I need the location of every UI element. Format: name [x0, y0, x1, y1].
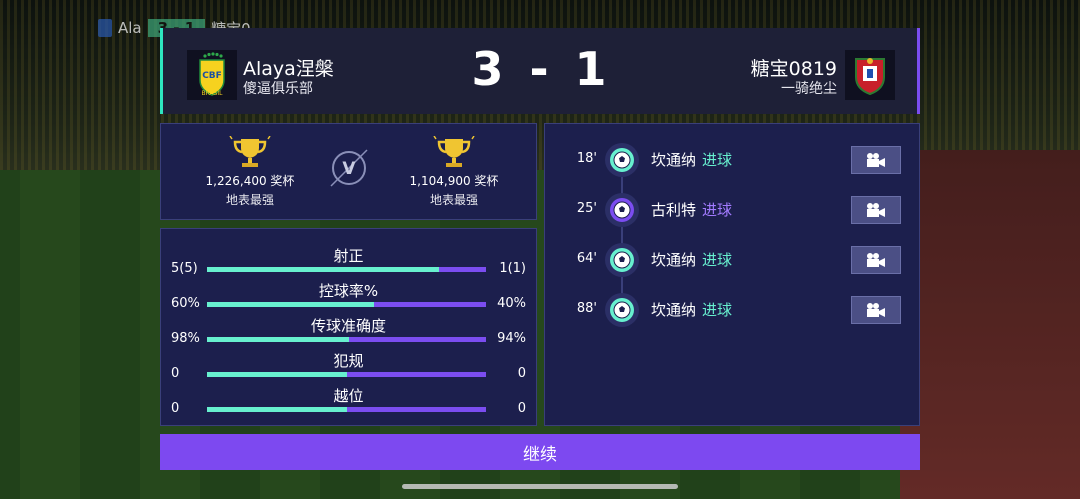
- stat-label: 犯规: [333, 352, 364, 370]
- away-crest-icon: [845, 50, 895, 100]
- replay-button[interactable]: [851, 196, 901, 224]
- soccer-ball-icon: [605, 293, 639, 327]
- event-type: 进球: [702, 151, 733, 169]
- event-row: 18' 坎通纳 进球: [545, 143, 919, 179]
- event-row: 88' 坎通纳 进球: [545, 293, 919, 329]
- event-type: 进球: [702, 251, 733, 269]
- home-trophy-icon: [229, 136, 271, 167]
- versus-icon: V: [330, 149, 368, 187]
- event-type: 进球: [702, 201, 733, 219]
- stat-away-value: 1(1): [499, 261, 526, 276]
- stat-label: 射正: [333, 247, 364, 265]
- event-player-name: 古利特: [651, 201, 697, 219]
- home-score: 3: [471, 42, 506, 96]
- event-player: 坎通纳 进球: [651, 149, 732, 170]
- event-type: 进球: [702, 301, 733, 319]
- match-events-panel: 18' 坎通纳 进球 25' 古利特 进球 64' 坎通纳 进球 88' 坎通纳 进球: [544, 123, 920, 426]
- event-minute: 64': [576, 251, 597, 266]
- stat-label: 越位: [333, 387, 364, 405]
- event-row: 25' 古利特 进球: [545, 193, 919, 229]
- event-minute: 25': [576, 201, 597, 216]
- timeline-connector: [621, 277, 623, 294]
- stat-away-value: 94%: [497, 331, 526, 346]
- stat-away-value: 0: [517, 401, 526, 416]
- stat-home-value: 0: [171, 366, 180, 381]
- stat-bar-home-fill: [207, 302, 375, 307]
- soccer-ball-icon: [605, 243, 639, 277]
- event-player: 坎通纳 进球: [651, 249, 732, 270]
- stat-bar: [207, 407, 486, 412]
- stat-home-value: 0: [171, 401, 180, 416]
- stat-away-value: 0: [517, 366, 526, 381]
- stat-row-fouls: 犯规 0 0: [161, 350, 536, 384]
- event-row: 64' 坎通纳 进球: [545, 243, 919, 279]
- stat-away-value: 40%: [497, 296, 526, 311]
- stat-bar: [207, 302, 486, 307]
- mini-home-crest-icon: [98, 19, 112, 37]
- stat-bar: [207, 337, 486, 342]
- stat-bar-home-fill: [207, 372, 347, 377]
- event-player: 古利特 进球: [651, 199, 732, 220]
- video-camera-icon: [867, 303, 885, 317]
- timeline-connector: [621, 177, 623, 194]
- stat-row-possession: 控球率% 60% 40%: [161, 280, 536, 314]
- mini-home-name: Ala: [118, 19, 142, 37]
- away-player-name: 糖宝0819: [750, 58, 837, 80]
- stat-bar: [207, 372, 486, 377]
- event-player-name: 坎通纳: [651, 151, 697, 169]
- match-header: CBF BRASIL Alaya涅槃 傻逼俱乐部 3-1 糖宝0819 一骑绝尘: [160, 28, 920, 114]
- away-trophies: 1,104,900 奖杯 地表最强: [379, 136, 529, 208]
- stat-home-value: 5(5): [171, 261, 198, 276]
- stat-row-pass-accuracy: 传球准确度 98% 94%: [161, 315, 536, 349]
- stat-home-value: 60%: [171, 296, 200, 311]
- trophy-panel: 1,226,400 奖杯 地表最强 V 1,104,900 奖杯 地表最强: [160, 123, 537, 220]
- event-minute: 18': [576, 151, 597, 166]
- event-player-name: 坎通纳: [651, 251, 697, 269]
- replay-button[interactable]: [851, 246, 901, 274]
- continue-button[interactable]: 继续: [160, 434, 920, 470]
- replay-button[interactable]: [851, 146, 901, 174]
- score-separator: -: [529, 42, 551, 96]
- stat-label: 控球率%: [318, 282, 379, 300]
- video-camera-icon: [867, 153, 885, 167]
- replay-button[interactable]: [851, 296, 901, 324]
- away-rank: 地表最强: [429, 193, 478, 207]
- home-trophies: 1,226,400 奖杯 地表最强: [175, 136, 325, 208]
- stat-row-shots-on-target: 射正 5(5) 1(1): [161, 245, 536, 279]
- stat-bar-home-fill: [207, 267, 439, 272]
- match-stats-panel: 射正 5(5) 1(1) 控球率% 60% 40% 传球准确度 98% 94% …: [160, 228, 537, 426]
- stat-label: 传球准确度: [310, 317, 386, 335]
- home-indicator[interactable]: [402, 484, 678, 489]
- home-rank: 地表最强: [225, 193, 274, 207]
- event-player: 坎通纳 进球: [651, 299, 732, 320]
- versus-text: V: [342, 159, 356, 179]
- home-trophy-count: 1,226,400 奖杯: [205, 174, 295, 188]
- soccer-ball-icon: [605, 193, 639, 227]
- stat-bar: [207, 267, 486, 272]
- video-camera-icon: [867, 203, 885, 217]
- away-club-name: 一骑绝尘: [781, 81, 837, 97]
- stat-bar-home-fill: [207, 407, 347, 412]
- timeline-connector: [621, 227, 623, 244]
- stat-home-value: 98%: [171, 331, 200, 346]
- soccer-ball-icon: [605, 143, 639, 177]
- event-player-name: 坎通纳: [651, 301, 697, 319]
- away-trophy-count: 1,104,900 奖杯: [409, 174, 499, 188]
- stat-row-offsides: 越位 0 0: [161, 385, 536, 419]
- away-score: 1: [574, 42, 609, 96]
- video-camera-icon: [867, 253, 885, 267]
- stat-bar-home-fill: [207, 337, 350, 342]
- event-minute: 88': [576, 301, 597, 316]
- away-trophy-icon: [433, 136, 475, 167]
